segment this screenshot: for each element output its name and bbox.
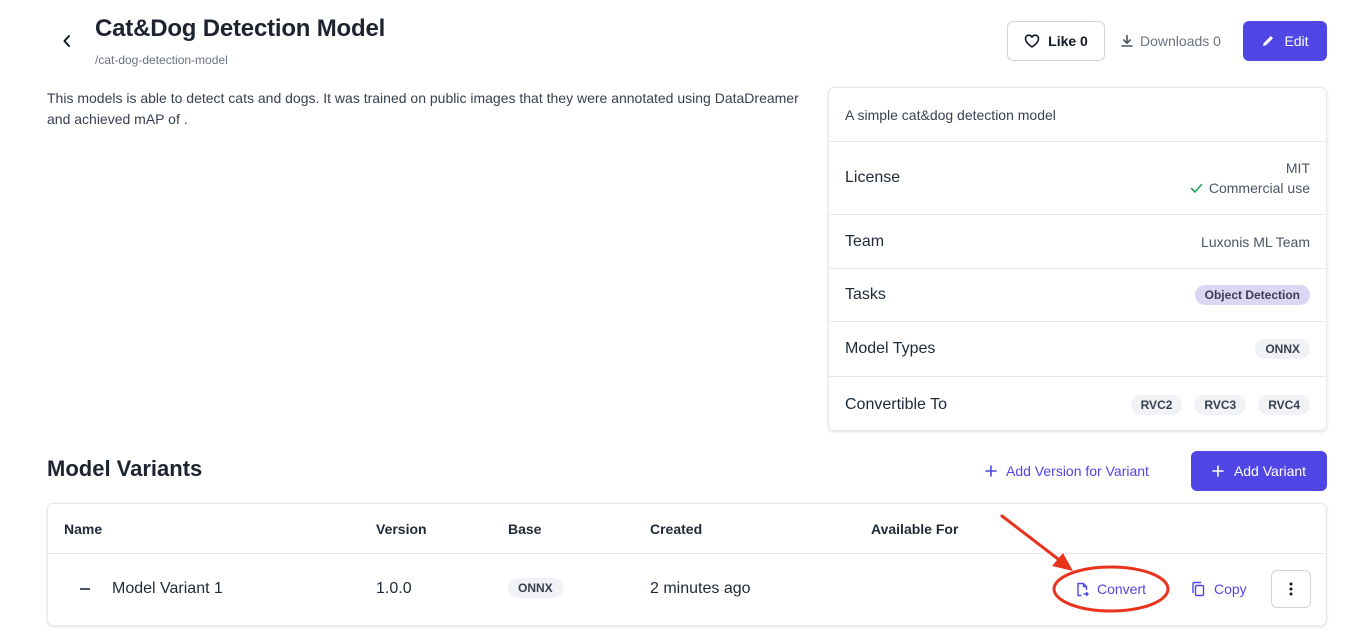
download-icon [1121, 34, 1133, 47]
add-variant-label: Add Variant [1233, 463, 1307, 479]
convertible-badge-rvc3: RVC3 [1194, 394, 1247, 415]
convert-label: Convert [1097, 581, 1147, 597]
model-type-badge: ONNX [1255, 339, 1310, 359]
variants-heading: Model Variants [47, 456, 203, 481]
column-header-created: Created [650, 521, 703, 537]
edit-button[interactable]: Edit [1243, 21, 1327, 61]
tasks-label: Tasks [845, 286, 886, 303]
variant-created: 2 minutes ago [650, 580, 751, 597]
variant-version: 1.0.0 [376, 580, 412, 597]
chevron-left-icon [63, 35, 70, 47]
like-label: Like 0 [1048, 33, 1088, 49]
page-title: Cat&Dog Detection Model [95, 15, 386, 42]
convertible-badge-rvc4: RVC4 [1258, 394, 1310, 415]
model-description: This models is able to detect cats and d… [47, 90, 799, 127]
more-vertical-icon [1289, 582, 1293, 596]
commercial-use-label: Commercial use [1208, 180, 1310, 196]
table-header-divider [48, 553, 1326, 554]
column-header-version: Version [376, 521, 427, 537]
convert-button[interactable]: Convert [1075, 578, 1146, 600]
column-header-name: Name [64, 521, 103, 537]
copy-button[interactable]: Copy [1191, 578, 1247, 600]
model-types-label: Model Types [845, 340, 936, 357]
variant-base-badge: ONNX [508, 578, 563, 598]
model-summary: A simple cat&dog detection model [845, 106, 1056, 123]
downloads-label: Downloads 0 [1140, 33, 1221, 49]
variants-table: Name Version Base Created Available For … [47, 503, 1327, 626]
model-info-card: A simple cat&dog detection model License… [828, 87, 1327, 431]
convertible-badge-rvc2: RVC2 [1130, 394, 1183, 415]
column-header-available-for: Available For [871, 521, 959, 537]
pencil-icon [1263, 36, 1274, 46]
add-version-label: Add Version for Variant [1006, 463, 1149, 479]
team-label: Team [845, 232, 885, 250]
task-badge: Object Detection [1194, 285, 1310, 305]
downloads-count: Downloads 0 [1120, 21, 1221, 61]
model-types-row: Model Types ONNX [829, 322, 1326, 377]
convert-file-icon [1077, 582, 1089, 596]
team-value: Luxonis ML Team [1201, 233, 1310, 250]
more-actions-button[interactable] [1271, 570, 1311, 608]
model-slug: /cat-dog-detection-model [95, 53, 228, 67]
collapse-row-toggle[interactable] [80, 588, 90, 590]
add-variant-button[interactable]: Add Variant [1191, 451, 1327, 491]
info-summary-row: A simple cat&dog detection model [829, 88, 1326, 142]
plus-icon [985, 465, 997, 477]
team-row: Team Luxonis ML Team [829, 215, 1326, 269]
convertible-row: Convertible To RVC2 RVC3 RVC4 [829, 377, 1326, 430]
edit-label: Edit [1284, 33, 1309, 49]
plus-icon [1212, 465, 1224, 477]
license-value: MIT [1285, 160, 1310, 176]
license-label: License [845, 169, 901, 186]
license-row: License MIT Commercial use [829, 142, 1326, 215]
check-icon [1190, 183, 1203, 193]
copy-label: Copy [1214, 581, 1247, 597]
copy-icon [1192, 581, 1205, 597]
variant-name: Model Variant 1 [112, 580, 223, 597]
back-button[interactable] [56, 28, 78, 54]
tasks-row: Tasks Object Detection [829, 269, 1326, 322]
heart-icon [1024, 34, 1040, 48]
convertible-label: Convertible To [845, 395, 947, 413]
like-button[interactable]: Like 0 [1007, 21, 1105, 61]
add-version-button[interactable]: Add Version for Variant [985, 451, 1149, 491]
column-header-base: Base [508, 521, 542, 537]
commercial-use: Commercial use [1190, 178, 1310, 198]
